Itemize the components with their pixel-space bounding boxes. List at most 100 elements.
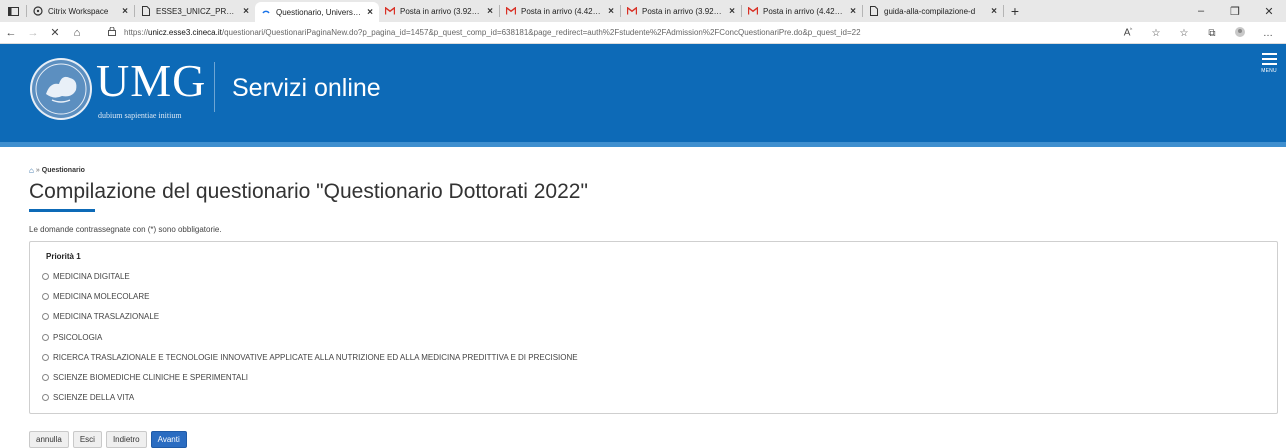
hamburger-icon [1261,58,1277,60]
browser-tab-bar: Citrix Workspace × ESSE3_UNICZ_PROD × Qu… [0,0,1286,22]
question-box: Priorità 1 MEDICINA DIGITALE MEDICINA MO… [29,241,1278,414]
url-path: /questionari/QuestionariPaginaNew.do?p_p… [221,28,861,37]
home-icon[interactable]: ⌂ [66,22,88,44]
option-medicina-traslazionale[interactable]: MEDICINA TRASLAZIONALE [42,307,578,327]
option-label: PSICOLOGIA [53,332,103,342]
url-prefix: https:// [124,28,149,37]
breadcrumb: ⌂ » Questionario [29,166,85,175]
favorites-icon[interactable]: ☆ [1170,28,1198,39]
radio-button[interactable] [42,272,49,280]
option-label: SCIENZE DELLA VITA [53,393,135,403]
window-controls: – ❐ ✕ [1184,0,1286,22]
home-icon[interactable]: ⌂ [29,166,34,175]
read-aloud-icon[interactable]: Aʰ [1114,27,1142,38]
tab-actions-icon[interactable] [0,0,26,22]
option-label: MEDICINA DIGITALE [53,271,130,281]
forward-icon[interactable]: → [22,22,44,44]
option-ricerca-traslazionale[interactable]: RICERCA TRASLAZIONALE E TECNOLOGIE INNOV… [42,347,578,367]
radio-button[interactable] [42,374,49,382]
option-medicina-digitale[interactable]: MEDICINA DIGITALE [42,266,578,286]
hamburger-icon [1261,53,1277,55]
site-title: Servizi online [232,74,381,102]
document-icon [869,6,879,16]
form-buttons: annulla Esci Indietro Avanti [29,431,191,448]
indietro-button[interactable]: Indietro [105,431,147,448]
citrix-icon [33,6,43,16]
close-icon[interactable]: × [243,6,249,17]
tab-citrix[interactable]: Citrix Workspace × [27,0,134,22]
annulla-button[interactable]: annulla [29,431,69,448]
tab-label: Posta in arrivo (3.926) - bo [642,6,723,16]
option-scienze-della-vita[interactable]: SCIENZE DELLA VITA [42,388,578,408]
close-window-icon[interactable]: ✕ [1252,5,1286,18]
avanti-button[interactable]: Avanti [150,431,187,448]
minimize-icon[interactable]: – [1184,5,1218,17]
address-bar: ← → ✕ ⌂ https://unicz.esse3.cineca.it/qu… [0,22,1286,44]
hamburger-icon [1261,63,1277,65]
stop-icon[interactable]: ✕ [44,22,66,44]
url-field[interactable]: https://unicz.esse3.cineca.it/questionar… [108,26,861,38]
tab-questionario[interactable]: Questionario, Università di × [255,2,379,22]
loading-icon [261,7,271,17]
address-bar-actions: Aʰ ☆ ☆ ⧉ … [1114,22,1282,44]
radio-button[interactable] [42,333,49,341]
tab-gmail-1[interactable]: Posta in arrivo (3.926) - bo × [379,0,499,22]
breadcrumb-separator: » [35,167,40,174]
university-seal-icon[interactable] [30,58,92,120]
question-label: Priorità 1 [46,252,81,261]
new-tab-button[interactable]: + [1004,0,1026,22]
close-icon[interactable]: × [850,6,856,17]
page-title: Compilazione del questionario "Questiona… [29,180,588,203]
tab-label: Posta in arrivo (3.926) - bo [400,6,481,16]
gmail-icon [506,6,516,16]
radio-button[interactable] [42,353,49,361]
close-icon[interactable]: × [608,6,614,17]
extensions-icon[interactable]: ☆ [1142,28,1170,39]
option-label: RICERCA TRASLAZIONALE E TECNOLOGIE INNOV… [53,352,578,362]
collections-icon[interactable]: ⧉ [1198,28,1226,39]
back-icon[interactable]: ← [0,22,22,44]
radio-button[interactable] [42,394,49,402]
close-icon[interactable]: × [991,6,997,17]
gmail-icon [748,6,758,16]
option-scienze-biomediche[interactable]: SCIENZE BIOMEDICHE CLINICHE E SPERIMENTA… [42,367,578,387]
options-list: MEDICINA DIGITALE MEDICINA MOLECOLARE ME… [42,266,578,408]
more-icon[interactable]: … [1254,28,1282,39]
close-icon[interactable]: × [122,6,128,17]
tab-label: ESSE3_UNICZ_PROD [156,6,238,16]
option-label: SCIENZE BIOMEDICHE CLINICHE E SPERIMENTA… [53,373,248,383]
esci-button[interactable]: Esci [72,431,102,448]
tab-esse3[interactable]: ESSE3_UNICZ_PROD × [135,0,255,22]
menu-button[interactable]: MENU [1258,50,1280,78]
radio-button[interactable] [42,292,49,300]
site-header: UMG dubium sapientiae initium Servizi on… [0,44,1286,147]
gmail-icon [385,6,395,16]
tab-gmail-2[interactable]: Posta in arrivo (4.423) - alf × [500,0,620,22]
radio-button[interactable] [42,313,49,321]
logo-motto: dubium sapientiae initium [98,111,182,120]
profile-icon[interactable] [1226,26,1254,40]
tab-label: Citrix Workspace [48,6,109,16]
close-icon[interactable]: × [487,6,493,17]
option-medicina-molecolare[interactable]: MEDICINA MOLECOLARE [42,286,578,306]
tab-label: guida-alla-compilazione-d [884,6,976,16]
close-icon[interactable]: × [729,6,735,17]
option-label: MEDICINA TRASLAZIONALE [53,312,160,322]
tab-gmail-3[interactable]: Posta in arrivo (3.926) - bo × [621,0,741,22]
mandatory-note: Le domande contrassegnate con (*) sono o… [29,225,222,234]
tab-gmail-4[interactable]: Posta in arrivo (4.423) - alf × [742,0,862,22]
lock-icon [108,26,116,38]
tab-guida[interactable]: guida-alla-compilazione-d × [863,0,1003,22]
logo-text[interactable]: UMG [96,54,206,107]
restore-icon[interactable]: ❐ [1218,5,1252,18]
document-icon [141,6,151,16]
close-icon[interactable]: × [367,7,373,18]
header-divider [214,62,215,112]
menu-label: MENU [1261,68,1277,74]
tab-label: Questionario, Università di [276,7,362,17]
gmail-icon [627,6,637,16]
breadcrumb-current: Questionario [41,167,85,174]
url-host: unicz.esse3.cineca.it [148,28,222,37]
option-psicologia[interactable]: PSICOLOGIA [42,327,578,347]
tab-label: Posta in arrivo (4.423) - alf [763,6,844,16]
